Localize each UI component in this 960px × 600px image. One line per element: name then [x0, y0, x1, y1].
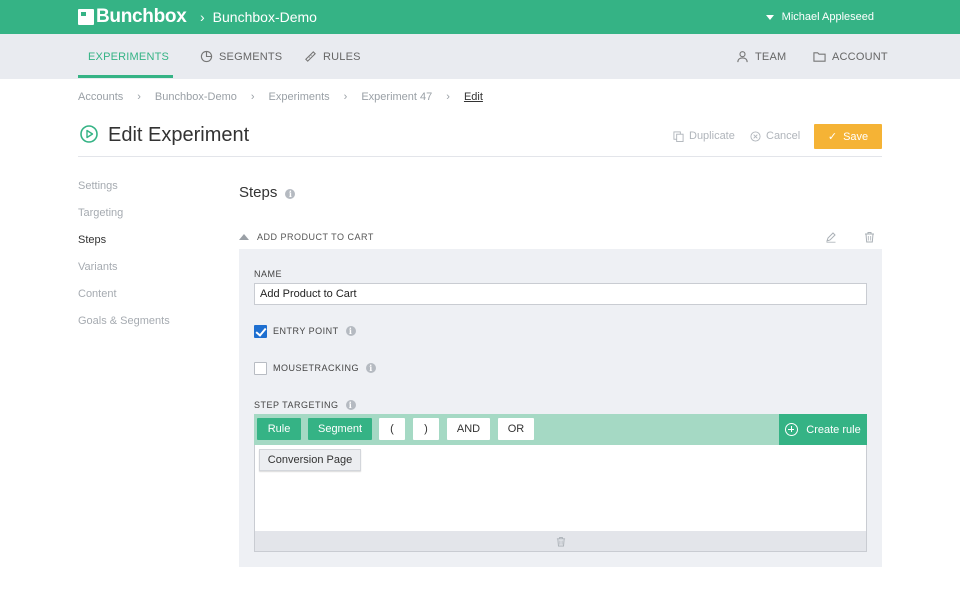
x-circle-icon — [750, 130, 761, 142]
plus-circle-icon — [785, 423, 799, 436]
menu-item-steps[interactable]: Steps — [78, 234, 170, 261]
menu-item-settings[interactable]: Settings — [78, 180, 170, 207]
step-targeting-label: STEP TARGETING i — [254, 400, 356, 410]
rule-drop-area[interactable]: Conversion Page — [254, 445, 867, 531]
pencil-icon[interactable] — [825, 231, 837, 243]
check-icon: ✓ — [827, 131, 838, 143]
duplicate-button[interactable]: Duplicate — [673, 130, 735, 142]
rule-chip[interactable]: Conversion Page — [259, 449, 361, 471]
name-label: NAME — [254, 269, 282, 279]
menu-item-content[interactable]: Content — [78, 288, 170, 315]
copy-icon — [673, 130, 684, 142]
chevron-right-icon: › — [200, 9, 205, 25]
breadcrumb: Accounts › Bunchbox-Demo › Experiments ›… — [78, 91, 483, 103]
chevron-right-icon: › — [137, 91, 141, 103]
caret-down-icon — [765, 14, 774, 20]
section-title: Steps i — [239, 184, 296, 201]
mousetracking-label: MOUSETRACKING i — [273, 363, 377, 373]
logo-mark-icon — [78, 9, 94, 25]
chevron-right-icon: › — [446, 91, 450, 103]
trash-icon — [556, 536, 566, 547]
info-icon[interactable]: i — [366, 363, 377, 373]
step-header: ADD PRODUCT TO CART — [239, 228, 882, 249]
page-header: Edit Experiment Duplicate Cancel ✓ Save — [78, 121, 882, 157]
menu-item-targeting[interactable]: Targeting — [78, 207, 170, 234]
create-rule-label: Create rule — [806, 423, 861, 436]
tab-experiments[interactable]: EXPERIMENTS — [78, 34, 173, 79]
breadcrumb-project[interactable]: Bunchbox-Demo — [155, 91, 237, 103]
user-name: Michael Appleseed — [781, 11, 874, 23]
top-bar: Bunchbox › Bunchbox-Demo Michael Applese… — [0, 0, 960, 34]
mousetracking-text: MOUSETRACKING — [273, 363, 360, 373]
pie-chart-icon — [200, 50, 213, 63]
tab-segments[interactable]: SEGMENTS — [200, 34, 282, 79]
play-circle-icon — [80, 125, 98, 143]
create-rule-button[interactable]: Create rule — [779, 414, 867, 445]
step-title[interactable]: ADD PRODUCT TO CART — [257, 232, 374, 242]
trash-icon[interactable] — [864, 231, 875, 243]
duplicate-label: Duplicate — [689, 130, 735, 142]
tab-account[interactable]: ACCOUNT — [813, 34, 888, 79]
tab-rules-label: RULES — [323, 50, 361, 63]
project-selector[interactable]: › Bunchbox-Demo — [200, 9, 317, 25]
section-menu: Settings Targeting Steps Variants Conten… — [78, 180, 170, 342]
breadcrumb-experiments[interactable]: Experiments — [269, 91, 330, 103]
tab-team-label: TEAM — [755, 50, 787, 63]
brand-logo[interactable]: Bunchbox — [78, 6, 187, 27]
tab-team[interactable]: TEAM — [736, 34, 786, 79]
entry-point-text: ENTRY POINT — [273, 326, 339, 336]
info-icon[interactable]: i — [345, 400, 356, 410]
step-targeting-text: STEP TARGETING — [254, 400, 339, 410]
rule-delete-zone[interactable] — [254, 531, 867, 552]
user-icon — [737, 51, 748, 63]
name-label-text: NAME — [254, 269, 283, 279]
breadcrumb-experiment[interactable]: Experiment 47 — [361, 91, 432, 103]
tab-rules[interactable]: RULES — [304, 34, 361, 79]
mousetracking-checkbox[interactable] — [254, 362, 267, 375]
targeting-toolbar: Rule Segment ( ) AND OR Create rule — [254, 414, 867, 445]
user-menu[interactable]: Michael Appleseed — [765, 11, 874, 23]
save-button[interactable]: ✓ Save — [814, 124, 882, 149]
cancel-button[interactable]: Cancel — [750, 130, 800, 142]
steps-heading: Steps — [239, 184, 278, 201]
tab-account-label: ACCOUNT — [832, 50, 888, 63]
menu-item-goals-segments[interactable]: Goals & Segments — [78, 315, 170, 342]
step-name-input[interactable] — [254, 283, 867, 305]
menu-item-variants[interactable]: Variants — [78, 261, 170, 288]
chevron-right-icon: › — [250, 91, 255, 103]
collapse-triangle-icon[interactable] — [239, 234, 249, 240]
close-paren-button[interactable]: ) — [413, 418, 439, 440]
main-nav: EXPERIMENTS SEGMENTS RULES TEAM ACCOUNT — [0, 34, 960, 79]
rule-button[interactable]: Rule — [257, 418, 301, 440]
cancel-label: Cancel — [766, 130, 801, 142]
breadcrumb-accounts[interactable]: Accounts — [78, 91, 123, 103]
info-icon[interactable]: i — [285, 188, 296, 199]
step-panel: NAME ENTRY POINT i MOUSETRACKING i STEP … — [239, 249, 882, 567]
ruler-icon — [305, 51, 316, 62]
info-icon[interactable]: i — [345, 326, 356, 336]
brand-name: Bunchbox — [96, 6, 187, 27]
save-label: Save — [843, 130, 869, 143]
project-name: Bunchbox-Demo — [212, 9, 317, 25]
segment-button[interactable]: Segment — [308, 418, 372, 440]
tab-experiments-label: EXPERIMENTS — [88, 50, 170, 63]
or-button[interactable]: OR — [498, 418, 534, 440]
folder-icon — [813, 52, 826, 62]
entry-point-checkbox[interactable] — [254, 325, 267, 338]
chevron-right-icon: › — [343, 91, 348, 103]
page-title: Edit Experiment — [108, 124, 250, 146]
open-paren-button[interactable]: ( — [379, 418, 405, 440]
breadcrumb-current[interactable]: Edit — [464, 91, 483, 103]
tab-segments-label: SEGMENTS — [219, 50, 283, 63]
entry-point-label: ENTRY POINT i — [273, 326, 356, 336]
and-button[interactable]: AND — [447, 418, 490, 440]
